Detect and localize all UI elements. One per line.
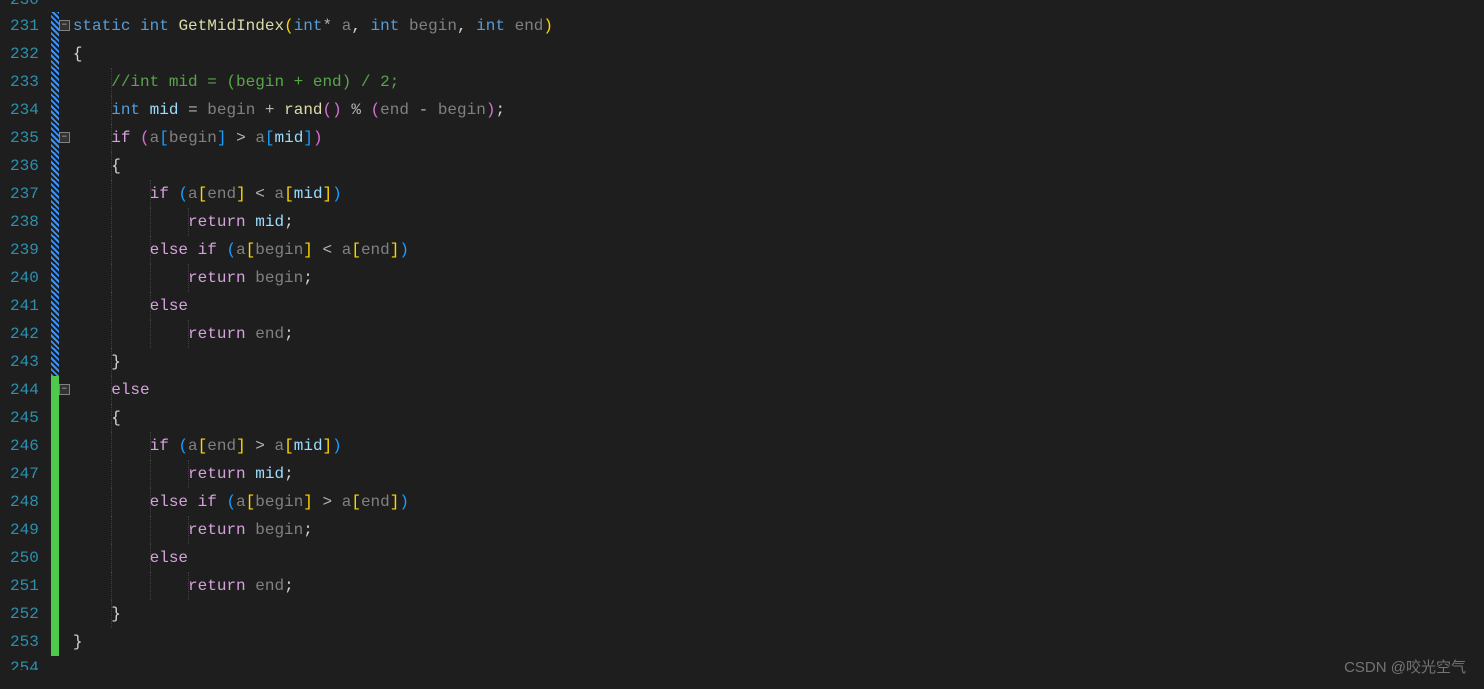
code-line[interactable]: { [73, 404, 1484, 432]
code-line[interactable]: } [73, 348, 1484, 376]
line-number: 244 [0, 376, 39, 404]
code-line[interactable]: else if (a[begin] > a[end]) [73, 488, 1484, 516]
code-line[interactable]: else [73, 292, 1484, 320]
line-number: 250 [0, 544, 39, 572]
change-indicator [51, 404, 59, 432]
change-indicator [51, 152, 59, 180]
fold-toggle-icon[interactable]: − [59, 20, 70, 31]
code-line[interactable]: else [73, 544, 1484, 572]
change-indicator [51, 628, 59, 656]
line-number: 237 [0, 180, 39, 208]
code-line[interactable]: return end; [73, 320, 1484, 348]
line-number: 247 [0, 460, 39, 488]
line-number: 233 [0, 68, 39, 96]
change-indicator [51, 40, 59, 68]
line-number: 235 [0, 124, 39, 152]
code-line[interactable]: } [73, 628, 1484, 656]
line-number: 249 [0, 516, 39, 544]
code-line[interactable] [73, 0, 1484, 12]
line-number: 238 [0, 208, 39, 236]
watermark: CSDN @咬光空气 [1344, 656, 1466, 677]
code-line[interactable]: { [73, 40, 1484, 68]
code-line[interactable]: if (a[begin] > a[mid]) [73, 124, 1484, 152]
change-indicator [51, 292, 59, 320]
code-line[interactable]: if (a[end] > a[mid]) [73, 432, 1484, 460]
code-line[interactable]: return begin; [73, 264, 1484, 292]
change-indicator [51, 124, 59, 152]
code-line[interactable] [73, 656, 1484, 670]
line-number: 241 [0, 292, 39, 320]
change-indicator [51, 544, 59, 572]
change-indicator [51, 12, 59, 40]
line-number: 239 [0, 236, 39, 264]
code-line[interactable]: int mid = begin + rand() % (end - begin)… [73, 96, 1484, 124]
line-number: 232 [0, 40, 39, 68]
change-indicator [51, 516, 59, 544]
change-indicator [51, 656, 59, 670]
change-indicator [51, 460, 59, 488]
line-number: 230 [0, 0, 39, 12]
line-number: 253 [0, 628, 39, 656]
line-number: 240 [0, 264, 39, 292]
change-indicator [51, 264, 59, 292]
change-margin [51, 0, 59, 689]
line-number: 234 [0, 96, 39, 124]
change-indicator [51, 572, 59, 600]
code-line[interactable]: } [73, 600, 1484, 628]
line-number: 243 [0, 348, 39, 376]
code-line[interactable]: static int GetMidIndex(int* a, int begin… [73, 12, 1484, 40]
code-line[interactable]: { [73, 152, 1484, 180]
code-line[interactable]: //int mid = (begin + end) / 2; [73, 68, 1484, 96]
line-number: 245 [0, 404, 39, 432]
line-number: 236 [0, 152, 39, 180]
fold-column[interactable]: − − − [59, 0, 73, 689]
line-number: 242 [0, 320, 39, 348]
change-indicator [51, 432, 59, 460]
line-number: 252 [0, 600, 39, 628]
code-line[interactable]: if (a[end] < a[mid]) [73, 180, 1484, 208]
code-editor[interactable]: 2302312322332342352362372382392402412422… [0, 0, 1484, 689]
change-indicator [51, 208, 59, 236]
change-indicator [51, 320, 59, 348]
code-line[interactable]: else if (a[begin] < a[end]) [73, 236, 1484, 264]
fold-toggle-icon[interactable]: − [59, 132, 70, 143]
change-indicator [51, 0, 59, 12]
line-number: 248 [0, 488, 39, 516]
code-line[interactable]: else [73, 376, 1484, 404]
change-indicator [51, 96, 59, 124]
change-indicator [51, 236, 59, 264]
code-area[interactable]: static int GetMidIndex(int* a, int begin… [73, 0, 1484, 689]
line-number: 246 [0, 432, 39, 460]
code-line[interactable]: return end; [73, 572, 1484, 600]
code-line[interactable]: return begin; [73, 516, 1484, 544]
code-line[interactable]: return mid; [73, 460, 1484, 488]
code-line[interactable]: return mid; [73, 208, 1484, 236]
change-indicator [51, 376, 59, 404]
change-indicator [51, 348, 59, 376]
line-number: 254 [0, 656, 39, 670]
fold-toggle-icon[interactable]: − [59, 384, 70, 395]
change-indicator [51, 180, 59, 208]
line-number: 251 [0, 572, 39, 600]
line-number-gutter: 2302312322332342352362372382392402412422… [0, 0, 51, 689]
line-number: 231 [0, 12, 39, 40]
change-indicator [51, 600, 59, 628]
change-indicator [51, 68, 59, 96]
change-indicator [51, 488, 59, 516]
